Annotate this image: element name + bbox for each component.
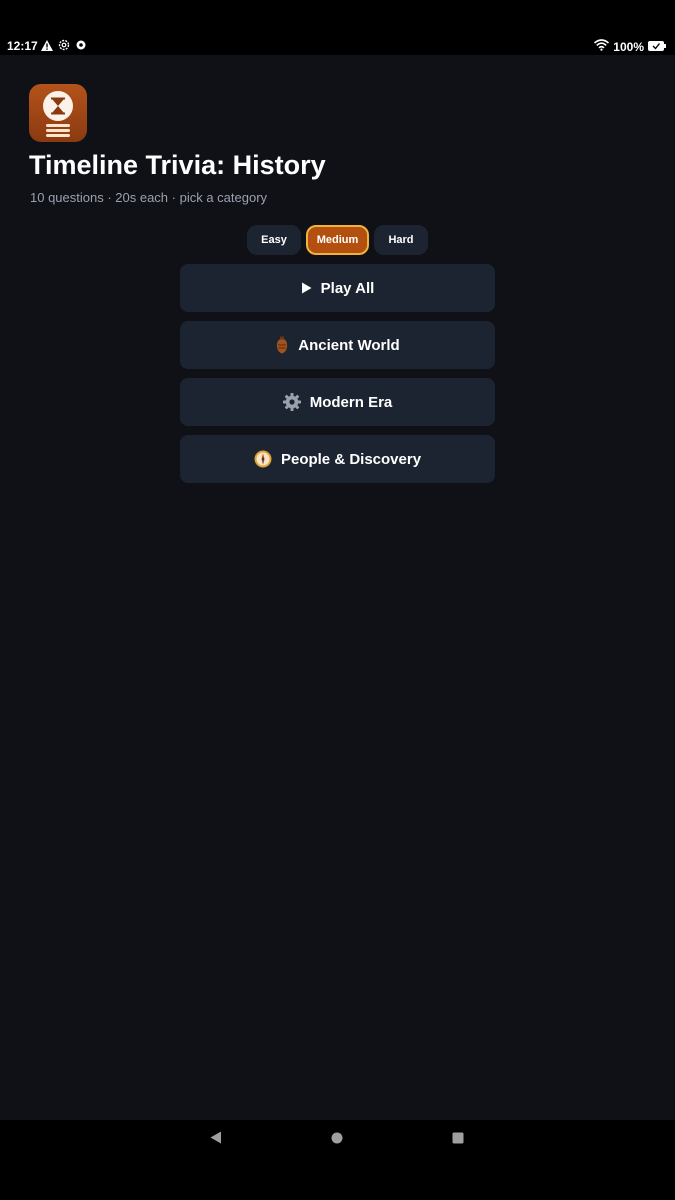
status-bar: 12:17 100% — [0, 0, 675, 55]
play-icon — [301, 282, 312, 294]
home-icon — [331, 1131, 343, 1149]
difficulty-easy-button[interactable]: Easy — [247, 225, 301, 255]
screen: 12:17 100% Timeline Trivia: History 10 q… — [0, 0, 675, 1200]
difficulty-hard-button[interactable]: Hard — [374, 225, 428, 255]
compass-icon — [254, 450, 272, 468]
app-icon — [29, 84, 87, 142]
gear-icon — [282, 393, 301, 411]
amphora-icon — [275, 336, 289, 354]
play-all-button[interactable]: Play All — [180, 264, 495, 312]
settings-gear-icon — [58, 38, 70, 56]
difficulty-selector: Easy Medium Hard — [247, 225, 428, 255]
modern-era-button[interactable]: Modern Era — [180, 378, 495, 426]
status-icons-right: 100% — [594, 38, 666, 56]
people-discovery-label: People & Discovery — [280, 450, 422, 468]
status-time: 12:17 — [7, 39, 38, 53]
wifi-icon — [594, 38, 610, 56]
gear-icon — [75, 38, 87, 56]
hourglass-icon — [29, 91, 87, 146]
ancient-world-label: Ancient World — [298, 336, 400, 354]
recents-icon — [452, 1131, 464, 1149]
home-button[interactable] — [321, 1120, 353, 1160]
back-icon — [210, 1131, 222, 1149]
status-icons-left — [41, 38, 87, 56]
warning-icon — [41, 38, 53, 56]
ancient-world-button[interactable]: Ancient World — [180, 321, 495, 369]
play-all-label: Play All — [320, 279, 375, 297]
back-button[interactable] — [200, 1120, 232, 1160]
battery-icon — [648, 38, 666, 56]
people-discovery-button[interactable]: People & Discovery — [180, 435, 495, 483]
modern-era-label: Modern Era — [309, 393, 393, 411]
page-subtitle: 10 questions · 20s each · pick a categor… — [30, 190, 268, 205]
page-title: Timeline Trivia: History — [29, 150, 326, 180]
difficulty-medium-button[interactable]: Medium — [306, 225, 369, 255]
navigation-bar — [0, 1120, 675, 1200]
recents-button[interactable] — [442, 1120, 474, 1160]
battery-percentage: 100% — [613, 40, 644, 54]
